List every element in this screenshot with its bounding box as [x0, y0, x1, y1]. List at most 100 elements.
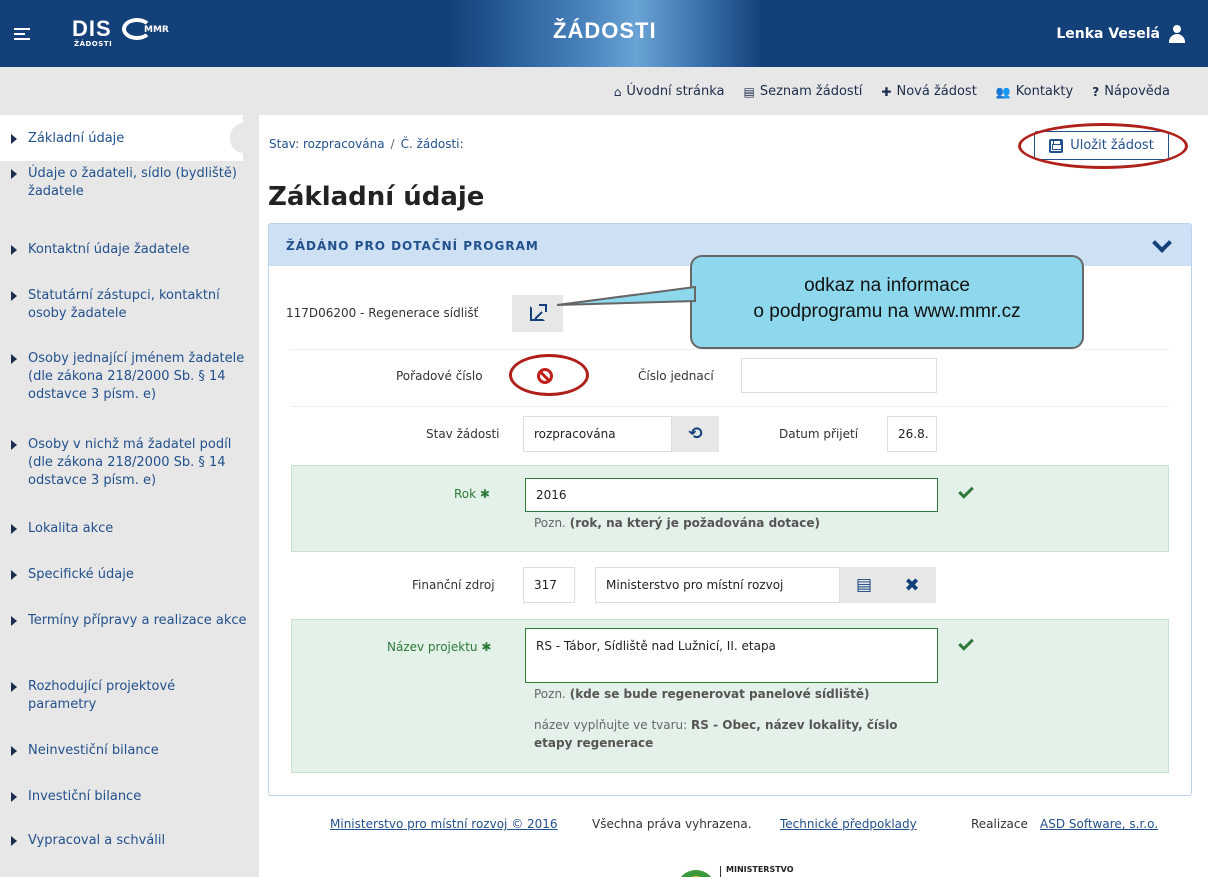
- clear-zdroj-button[interactable]: ✖: [888, 567, 936, 603]
- nav-help[interactable]: ? Nápověda: [1092, 84, 1170, 99]
- user-icon: [1168, 25, 1186, 43]
- poradove-cislo-button[interactable]: [520, 360, 570, 392]
- rok-input[interactable]: 2016: [525, 478, 938, 512]
- nav-help-label: Nápověda: [1104, 84, 1170, 99]
- top-navigation: ⌂ Úvodní stránka ▤ Seznam žádostí ✚ Nová žá…: [0, 67, 1208, 115]
- sidebar-item-lokalita[interactable]: Lokalita akce: [0, 520, 259, 538]
- caret-right-icon: [11, 291, 17, 301]
- banner-title: ŽÁDOSTI: [553, 18, 657, 43]
- user-menu[interactable]: Lenka Veselá: [1056, 25, 1186, 43]
- sidebar-item-parametry[interactable]: Rozhodující projektové parametry: [0, 678, 259, 714]
- nav-new[interactable]: ✚ Nová žádost: [881, 84, 976, 99]
- save-icon: [1049, 138, 1064, 153]
- breadcrumb-separator: /: [390, 137, 395, 151]
- list-icon: ▤: [743, 84, 755, 99]
- nav-contacts-label: Kontakty: [1015, 84, 1074, 99]
- caret-right-icon: [11, 134, 17, 144]
- caret-right-icon: [11, 354, 17, 364]
- status-state: Stav: rozpracována: [269, 137, 385, 151]
- rok-note: Pozn. (rok, na který je požadována dotac…: [534, 516, 820, 530]
- financni-zdroj-label: Finanční zdroj: [412, 578, 495, 592]
- hint-prefix: název vyplňujte ve tvaru:: [534, 718, 688, 732]
- financni-zdroj-code: 317: [523, 567, 575, 603]
- sidebar-item-label: Specifické údaje: [28, 567, 134, 582]
- caret-right-icon: [11, 169, 17, 179]
- footer-realizace: Realizace: [971, 817, 1028, 831]
- sidebar-item-investicni[interactable]: Investiční bilance: [0, 788, 259, 806]
- ministry-logo-text: MINISTERSTVO: [726, 865, 794, 874]
- sidebar-item-statutarni[interactable]: Statutární zástupci, kontaktní osoby žad…: [0, 287, 259, 323]
- footer-tech-link[interactable]: Technické předpoklady: [780, 817, 917, 831]
- history-button[interactable]: ⟲: [672, 416, 719, 452]
- caret-right-icon: [11, 616, 17, 626]
- note-prefix: Pozn.: [534, 687, 566, 701]
- rok-label-text: Rok: [454, 487, 477, 501]
- sidebar-item-osoby-podil[interactable]: Osoby v nichž má žadatel podíl (dle záko…: [0, 436, 259, 490]
- financni-zdroj-name: Ministerstvo pro místní rozvoj: [595, 567, 840, 603]
- rok-label: Rok ✱: [454, 487, 490, 501]
- divider: [291, 349, 1169, 350]
- nazev-projektu-input[interactable]: RS - Tábor, Sídliště nad Lužnicí, II. et…: [525, 628, 938, 683]
- question-icon: ?: [1092, 84, 1100, 99]
- nav-list[interactable]: ▤ Seznam žádostí: [744, 84, 863, 99]
- cislo-jednaci-label: Číslo jednací: [638, 369, 714, 383]
- sidebar-item-specificke[interactable]: Specifické údaje: [0, 566, 259, 584]
- sidebar-item-label: Osoby v nichž má žadatel podíl (dle záko…: [28, 437, 232, 488]
- sidebar-item-label: Statutární zástupci, kontaktní osoby žad…: [28, 288, 220, 321]
- footer-rights: Všechna práva vyhrazena.: [592, 817, 752, 831]
- datum-prijeti-label: Datum přijetí: [779, 427, 859, 441]
- nav-home-label: Úvodní stránka: [626, 84, 725, 99]
- nazev-note: Pozn. (kde se bude regenerovat panelové …: [534, 687, 869, 701]
- sidebar-item-zakladni-udaje[interactable]: Základní údaje: [0, 115, 244, 161]
- close-icon: ✖: [904, 574, 920, 596]
- sidebar-item-kontaktni-udaje[interactable]: Kontaktní údaje žadatele: [0, 241, 259, 259]
- status-number: Č. žádosti:: [400, 137, 464, 151]
- rok-note-text: (rok, na který je požadována dotace): [569, 516, 820, 530]
- nazev-hint: název vyplňujte ve tvaru: RS - Obec, náz…: [534, 716, 924, 752]
- save-button[interactable]: Uložit žádost: [1034, 131, 1169, 160]
- callout-line1: odkaz na informace: [804, 275, 970, 296]
- sidebar-item-label: Kontaktní údaje žadatele: [28, 242, 190, 257]
- page-title: Základní údaje: [268, 182, 485, 212]
- nazev-note-text: (kde se bude regenerovat panelové sídliš…: [569, 687, 870, 701]
- program-name: 117D06200 - Regenerace sídlišť: [286, 306, 479, 320]
- sidebar-item-neinvesticni[interactable]: Neinvestiční bilance: [0, 742, 259, 760]
- footer-company-link[interactable]: ASD Software, s.r.o.: [1040, 817, 1158, 831]
- sidebar-item-vypracoval[interactable]: Vypracoval a schválil: [0, 832, 259, 850]
- nav-new-label: Nová žádost: [896, 84, 977, 99]
- note-prefix: Pozn.: [534, 516, 566, 530]
- sidebar-item-terminy[interactable]: Termíny přípravy a realizace akce: [0, 612, 259, 630]
- user-name: Lenka Veselá: [1056, 26, 1160, 42]
- sidebar-item-label: Údaje o žadateli, sídlo (bydliště) žadat…: [28, 166, 237, 199]
- sidebar-item-label: Neinvestiční bilance: [28, 743, 159, 758]
- nav-home[interactable]: ⌂ Úvodní stránka: [614, 84, 725, 99]
- forbidden-icon: [537, 368, 553, 384]
- panel-title: ŽÁDÁNO PRO DOTAČNÍ PROGRAM: [286, 239, 539, 253]
- caret-right-icon: [11, 524, 17, 534]
- caret-right-icon: [11, 746, 17, 756]
- footer-copyright-link[interactable]: Ministerstvo pro místní rozvoj © 2016: [330, 817, 558, 831]
- sidebar-item-label: Osoby jednající jménem žadatele (dle zák…: [28, 351, 245, 402]
- nav-list-label: Seznam žádostí: [759, 84, 863, 99]
- plus-icon: ✚: [881, 84, 892, 99]
- select-zdroj-button[interactable]: ▤: [840, 567, 888, 603]
- dis-logo[interactable]: DIS MMR ŽÁDOSTI: [72, 16, 169, 48]
- sidebar-item-label: Vypracoval a schválil: [28, 833, 166, 848]
- callout-bubble: odkaz na informace o podprogramu na www.…: [690, 255, 1084, 349]
- nav-contacts[interactable]: 👥 Kontakty: [996, 84, 1073, 99]
- required-asterisk-icon: ✱: [481, 640, 492, 654]
- ministry-emblem-icon: [676, 870, 716, 877]
- caret-right-icon: [11, 682, 17, 692]
- sidebar-item-osoby-jednajici[interactable]: Osoby jednající jménem žadatele (dle zák…: [0, 350, 259, 404]
- sidebar-item-label: Lokalita akce: [28, 521, 114, 536]
- required-asterisk-icon: ✱: [479, 487, 490, 501]
- menu-icon[interactable]: [14, 28, 30, 40]
- stav-zadosti-label: Stav žádosti: [426, 427, 500, 441]
- app-header: DIS MMR ŽÁDOSTI ŽÁDOSTI Lenka Veselá: [0, 0, 1208, 67]
- callout-line2: o podprogramu na www.mmr.cz: [753, 301, 1021, 322]
- header-banner: ŽÁDOSTI: [451, 0, 761, 67]
- nazev-label-text: Název projektu: [387, 640, 478, 654]
- chevron-down-icon[interactable]: [1152, 233, 1172, 253]
- sidebar-item-zadatel[interactable]: Údaje o žadateli, sídlo (bydliště) žadat…: [0, 165, 259, 201]
- cislo-jednaci-field[interactable]: [741, 358, 937, 393]
